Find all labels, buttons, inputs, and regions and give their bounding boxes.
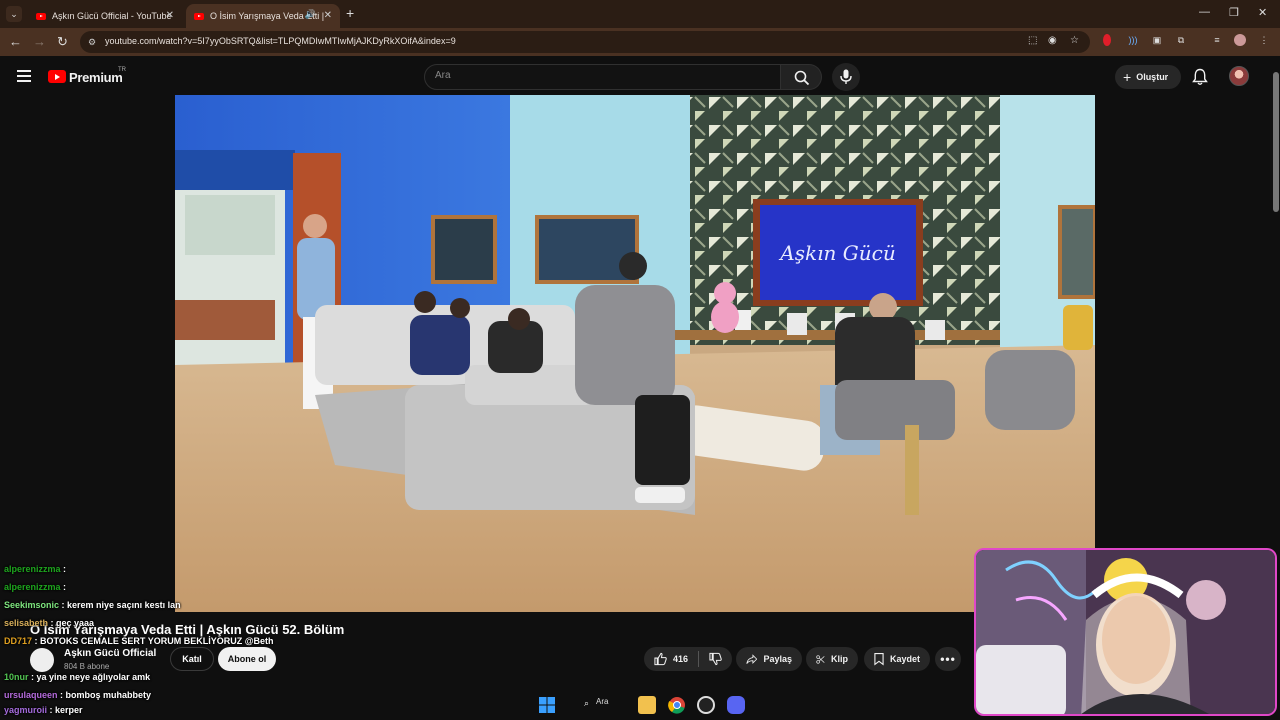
chat-username: DD717 xyxy=(4,636,33,646)
account-avatar[interactable] xyxy=(1229,66,1249,86)
chat-username: 10nur xyxy=(4,672,29,682)
new-tab-button[interactable]: + xyxy=(346,6,354,20)
eye-off-icon[interactable]: ◉ xyxy=(1048,35,1057,46)
chat-username: alperenizzma xyxy=(4,564,61,574)
speaker-icon[interactable]: 🔊 xyxy=(305,9,316,20)
save-button[interactable]: Kaydet xyxy=(864,647,930,671)
browser-tab[interactable]: Aşkın Gücü Official - YouTube ✕ xyxy=(28,4,182,28)
more-actions-button[interactable]: ••• xyxy=(935,647,961,671)
search-icon xyxy=(794,70,810,86)
share-button[interactable]: Paylaş xyxy=(736,647,802,671)
chat-message: DD717 : BOTOKS CEMALE SERT YORUM BEKLİYO… xyxy=(4,636,274,646)
bookmark-star-icon[interactable]: ☆ xyxy=(1070,35,1079,46)
chat-message: yagmuroii : kerper xyxy=(4,705,83,715)
chat-message: alperenizzma : xyxy=(4,582,67,592)
youtube-favicon-icon xyxy=(194,12,204,20)
minimize-icon[interactable]: — xyxy=(1199,6,1210,18)
like-icon[interactable] xyxy=(654,652,667,666)
file-explorer-icon[interactable] xyxy=(638,696,656,714)
install-app-icon[interactable]: ⬚ xyxy=(1028,35,1037,46)
scissors-icon xyxy=(816,654,825,664)
create-label: Oluştur xyxy=(1136,72,1169,82)
like-count[interactable]: 416 xyxy=(673,654,688,664)
chat-text: kerem niye saçını kestı lan xyxy=(67,600,181,610)
chat-username: ursulaqueen xyxy=(4,690,58,700)
chat-username: Seekimsonic xyxy=(4,600,60,610)
windows-start-icon[interactable] xyxy=(538,696,556,714)
discord-icon[interactable] xyxy=(727,696,745,714)
chat-text: geç yaaa xyxy=(56,618,95,628)
browser-toolbar: ← → ↻ ⚙ youtube.com/watch?v=5I7yyObSRTQ&… xyxy=(0,28,1280,56)
chat-message: Seekimsonic : kerem niye saçını kestı la… xyxy=(4,600,181,610)
browser-tab-strip: ⌄ Aşkın Gücü Official - YouTube ✕ O İsim… xyxy=(0,0,1280,28)
browser-menu-icon[interactable]: ⋮ xyxy=(1258,34,1270,46)
close-tab-icon[interactable]: ✕ xyxy=(166,10,174,21)
forward-icon[interactable]: → xyxy=(33,34,46,50)
close-tab-icon[interactable]: ✕ xyxy=(324,10,332,21)
video-frame: Aşkın Gücü xyxy=(175,95,1095,612)
chat-message: ursulaqueen : bomboş muhabbety xyxy=(4,690,152,700)
extension-box-icon[interactable]: ▣ xyxy=(1151,34,1163,46)
chat-username: yagmuroii xyxy=(4,705,48,715)
webcam-frame xyxy=(976,550,1275,714)
chat-message: 10nur : ya yine neye ağlıyolar amk xyxy=(4,672,151,682)
reading-list-icon[interactable]: ≡ xyxy=(1211,34,1223,46)
extension-wave-icon[interactable]: ))) xyxy=(1127,34,1139,46)
obs-icon[interactable] xyxy=(697,696,715,714)
search-button[interactable] xyxy=(781,64,822,90)
clip-button[interactable]: Klip xyxy=(806,647,858,671)
close-window-icon[interactable]: ✕ xyxy=(1258,6,1267,19)
more-horizontal-icon: ••• xyxy=(940,652,956,666)
premium-logo-text[interactable]: Premium xyxy=(69,70,123,85)
address-bar[interactable]: ⚙ youtube.com/watch?v=5I7yyObSRTQ&list=T… xyxy=(80,31,1090,53)
bookmark-icon xyxy=(874,653,884,666)
video-player[interactable]: Aşkın Gücü xyxy=(175,95,1095,612)
youtube-logo-icon[interactable] xyxy=(48,70,66,83)
save-label: Kaydet xyxy=(889,654,920,664)
dislike-icon[interactable] xyxy=(709,652,722,666)
menu-icon[interactable] xyxy=(17,70,31,82)
extension-red-icon[interactable] xyxy=(1103,34,1111,46)
microphone-icon xyxy=(840,69,852,84)
youtube-favicon-icon xyxy=(36,12,46,20)
profile-icon[interactable] xyxy=(1234,34,1246,46)
restore-icon[interactable]: ❐ xyxy=(1229,6,1239,19)
like-dislike-group: 416 xyxy=(644,647,732,671)
streamer-webcam xyxy=(974,548,1277,716)
chat-text: BOTOKS CEMALE SERT YORUM BEKLİYORUZ @Bet… xyxy=(40,636,274,646)
chat-username: selisabeth xyxy=(4,618,49,628)
notifications-bell-icon[interactable] xyxy=(1192,68,1208,86)
clip-label: Klip xyxy=(831,654,848,664)
site-info-icon[interactable]: ⚙ xyxy=(88,36,100,48)
taskbar-search-icon[interactable]: ⌕ xyxy=(584,698,589,709)
youtube-header: Premium TR + Oluştur xyxy=(0,56,1272,96)
chat-text: kerper xyxy=(55,705,83,715)
back-icon[interactable]: ← xyxy=(9,34,22,50)
extensions-puzzle-icon[interactable]: ⧉ xyxy=(1175,34,1187,46)
windows-taskbar: ⌕ Ara xyxy=(520,690,760,720)
voice-search-button[interactable] xyxy=(832,63,860,91)
chat-text: ya yine neye ağlıyolar amk xyxy=(36,672,151,682)
taskbar-search-label[interactable]: Ara xyxy=(596,697,608,706)
chrome-icon[interactable] xyxy=(668,696,686,714)
search-box[interactable] xyxy=(424,64,781,90)
chat-message: alperenizzma : xyxy=(4,564,67,574)
share-icon xyxy=(746,653,758,664)
browser-tab-active[interactable]: O İsim Yarışmaya Veda Etti | 🔊 ✕ xyxy=(186,4,340,28)
share-label: Paylaş xyxy=(763,654,792,664)
country-code: TR xyxy=(118,67,126,73)
reload-icon[interactable]: ↻ xyxy=(57,34,68,50)
search-input[interactable] xyxy=(435,70,765,81)
plus-icon: + xyxy=(1123,69,1132,85)
create-button[interactable]: + Oluştur xyxy=(1115,65,1181,89)
tab-title: Aşkın Gücü Official - YouTube xyxy=(52,11,172,21)
chat-text: bomboş muhabbety xyxy=(65,690,152,700)
stream-chat-overlay: alperenizzma : alperenizzma : Seekimsoni… xyxy=(0,560,273,720)
tab-search-button[interactable]: ⌄ xyxy=(6,6,22,22)
chat-message: selisabeth : geç yaaa xyxy=(4,618,95,628)
chat-username: alperenizzma xyxy=(4,582,61,592)
tv-logo-text: Aşkın Gücü xyxy=(778,241,895,265)
url-text[interactable]: youtube.com/watch?v=5I7yyObSRTQ&list=TLP… xyxy=(105,36,456,46)
